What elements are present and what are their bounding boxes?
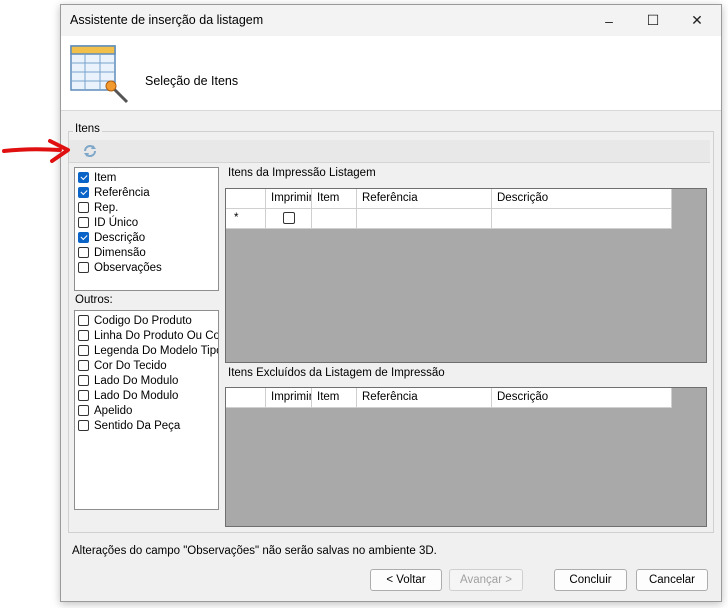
checkbox[interactable] [78,360,89,371]
checklist-item[interactable]: Apelido [78,403,132,418]
checklist-item[interactable]: Rep. [78,200,118,215]
outros-checklist[interactable]: Codigo Do Produto Linha Do Produto Ou Coc… [74,310,219,510]
checklist-item-label: Item [94,171,117,184]
table-wizard-icon [70,45,129,104]
page-title: Seleção de Itens [145,74,239,88]
checkbox[interactable] [78,187,89,198]
checklist-item-label: Observações [94,261,162,274]
minimize-button[interactable]: – [587,5,631,36]
imprimir-checkbox[interactable] [282,212,295,224]
column-header-selector [226,189,266,209]
checkbox[interactable] [78,375,89,386]
excluded-items-grid[interactable]: Imprimir Item Referência Descrição [225,387,707,527]
checklist-item[interactable]: Lado Do Modulo [78,373,178,388]
checklist-item[interactable]: Descrição [78,230,145,245]
grid-header: Imprimir Item Referência Descrição [226,388,672,408]
checkbox[interactable] [78,330,89,341]
checkbox[interactable] [78,315,89,326]
observations-note: Alterações do campo "Observações" não se… [72,545,437,557]
column-header-selector [226,388,266,408]
excluded-grid-label: Itens Excluídos da Listagem de Impressão [228,367,445,379]
checklist-item[interactable]: Observações [78,260,162,275]
checklist-item[interactable]: Referência [78,185,150,200]
checkbox[interactable] [78,390,89,401]
checklist-item-label: Referência [94,186,150,199]
grid-header: Imprimir Item Referência Descrição [226,189,672,209]
checklist-item[interactable]: Dimensão [78,245,146,260]
checklist-item-label: Sentido Da Peça [94,419,181,432]
window-title: Assistente de inserção da listagem [70,13,264,27]
checkbox[interactable] [78,232,89,243]
item-cell[interactable] [312,209,357,229]
column-header-referencia[interactable]: Referência [357,388,492,408]
column-header-descricao[interactable]: Descrição [492,189,672,209]
checkbox[interactable] [78,172,89,183]
cancel-button[interactable]: Cancelar [636,569,708,591]
maximize-button[interactable]: ☐ [631,5,675,36]
checklist-item[interactable]: Cor Do Tecido [78,358,167,373]
items-group-label: Itens [73,123,102,135]
checklist-item[interactable]: Item [78,170,116,185]
checklist-item[interactable]: ID Único [78,215,138,230]
finish-button[interactable]: Concluir [554,569,627,591]
column-header-item[interactable]: Item [312,189,357,209]
print-grid-label: Itens da Impressão Listagem [228,167,376,179]
column-header-imprimir[interactable]: Imprimir [266,388,312,408]
checkbox[interactable] [78,345,89,356]
checklist-item[interactable]: Codigo Do Produto [78,313,192,328]
back-button[interactable]: < Voltar [370,569,442,591]
refresh-icon[interactable] [82,143,98,159]
checklist-item-label: Rep. [94,201,119,214]
next-button[interactable]: Avançar > [449,569,523,591]
checklist-item-label: Dimensão [94,246,146,259]
checklist-item-label: Descrição [94,231,146,244]
wizard-header: Seleção de Itens [61,36,721,111]
checklist-item-label: ID Único [94,216,139,229]
close-button[interactable]: ✕ [675,5,719,36]
checklist-item-label: Linha Do Produto Ou Coc [94,329,219,342]
print-items-grid[interactable]: Imprimir Item Referência Descrição * [225,188,707,363]
toolbar [69,140,710,163]
checklist-item-label: Lado Do Modulo [94,374,179,387]
checklist-item-label: Lado Do Modulo [94,389,179,402]
descricao-cell[interactable] [492,209,672,229]
column-header-imprimir[interactable]: Imprimir [266,189,312,209]
new-row-marker: * [226,209,266,229]
checkbox[interactable] [78,247,89,258]
red-arrow-icon [2,139,70,163]
checklist-item-label: Cor Do Tecido [94,359,167,372]
title-bar[interactable]: Assistente de inserção da listagem – ☐ ✕ [61,5,721,36]
checklist-item-label: Apelido [94,404,133,417]
column-header-item[interactable]: Item [312,388,357,408]
checkbox[interactable] [78,262,89,273]
outros-label: Outros: [75,294,113,306]
checklist-item[interactable]: Linha Do Produto Ou Coc [78,328,219,343]
checklist-item-label: Codigo Do Produto [94,314,192,327]
checkbox[interactable] [78,202,89,213]
checklist-item[interactable]: Sentido Da Peça [78,418,180,433]
table-row[interactable]: * [226,209,672,229]
checkbox[interactable] [78,217,89,228]
checklist-item[interactable]: Lado Do Modulo [78,388,178,403]
imprimir-cell[interactable] [266,209,312,229]
checkbox[interactable] [78,420,89,431]
checkbox[interactable] [78,405,89,416]
checklist-item[interactable]: Legenda Do Modelo Tipo [78,343,219,358]
fields-checklist[interactable]: Item Referência Rep. ID Único Descrição Dimen… [74,167,219,291]
referencia-cell[interactable] [357,209,492,229]
checklist-item-label: Legenda Do Modelo Tipo [94,344,219,357]
column-header-descricao[interactable]: Descrição [492,388,672,408]
column-header-referencia[interactable]: Referência [357,189,492,209]
